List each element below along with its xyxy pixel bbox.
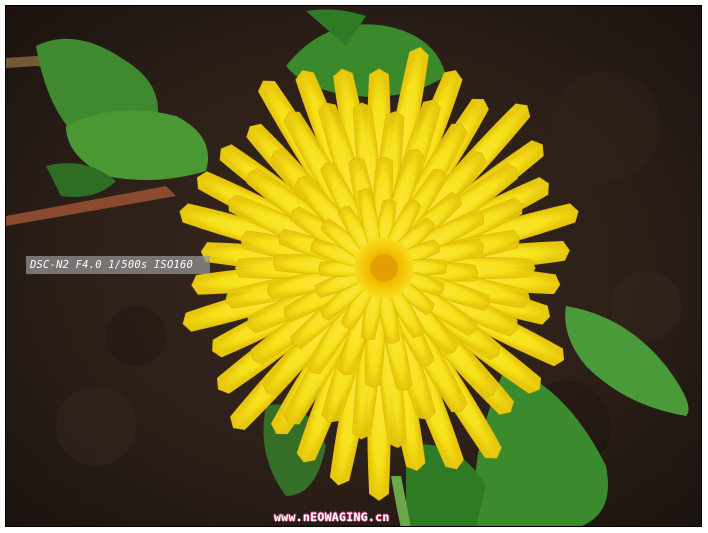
exif-caption: DSC-N2 F4.0 1/500s ISO160 bbox=[26, 256, 210, 274]
flower-core bbox=[370, 254, 398, 282]
watermark-logo: www.nEOWAGING.cn bbox=[274, 510, 390, 524]
photo-frame: DSC-N2 F4.0 1/500s ISO160 www.nEOWAGING.… bbox=[0, 0, 708, 533]
